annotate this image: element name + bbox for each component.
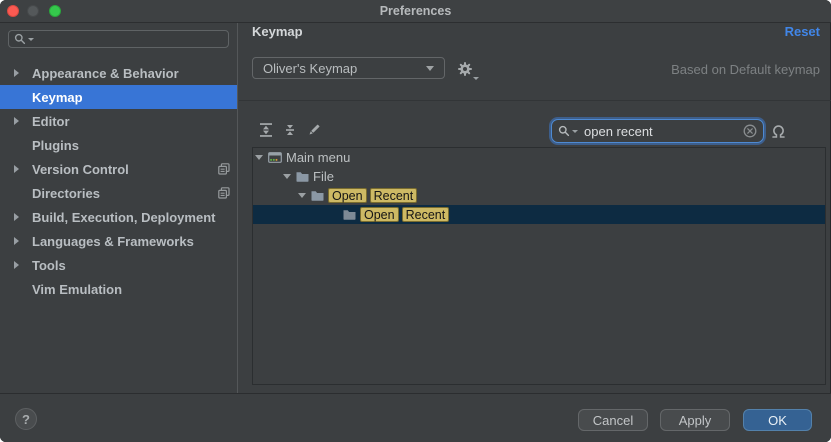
sidebar-item-label: Version Control <box>32 162 129 177</box>
sidebar-item-label: Directories <box>32 186 100 201</box>
match-highlight: Recent <box>370 188 418 203</box>
expand-all-icon <box>258 122 274 138</box>
chevron-down-icon <box>426 66 434 71</box>
project-settings-icon <box>218 187 230 202</box>
search-icon <box>558 125 570 137</box>
chevron-expanded-icon[interactable] <box>298 193 307 199</box>
keymap-select[interactable]: Oliver's Keymap <box>252 57 445 79</box>
apply-button[interactable]: Apply <box>660 409 730 431</box>
sidebar-item-label: Languages & Frameworks <box>32 234 194 249</box>
gear-icon <box>457 61 473 77</box>
question-mark-icon: ? <box>22 412 30 427</box>
sidebar-item-label: Keymap <box>32 90 83 105</box>
titlebar: Preferences <box>0 0 831 23</box>
project-settings-icon <box>218 163 230 178</box>
chevron-right-icon[interactable] <box>14 165 19 173</box>
main-menu-icon <box>268 152 282 163</box>
sidebar-item-label: Vim Emulation <box>32 282 122 297</box>
help-button[interactable]: ? <box>15 408 37 430</box>
minimize-button <box>27 5 39 17</box>
tree-row-file[interactable]: File <box>253 167 825 186</box>
ok-button[interactable]: OK <box>743 409 812 431</box>
tree-row-main-menu[interactable]: Main menu <box>253 148 825 167</box>
sidebar-item-editor[interactable]: Editor <box>0 109 237 133</box>
sidebar-item-vim-emulation[interactable]: Vim Emulation <box>0 277 237 301</box>
settings-category-list: Appearance & Behavior Keymap Editor Plug… <box>0 61 237 301</box>
sidebar-item-label: Tools <box>32 258 66 273</box>
sidebar-item-label: Editor <box>32 114 70 129</box>
page-title: Keymap <box>252 24 303 39</box>
match-highlight: Recent <box>402 207 450 222</box>
chevron-right-icon[interactable] <box>14 69 19 77</box>
chevron-right-icon[interactable] <box>14 213 19 221</box>
reset-link[interactable]: Reset <box>785 24 820 39</box>
based-on-label: Based on Default keymap <box>671 62 820 77</box>
cancel-button[interactable]: Cancel <box>578 409 648 431</box>
tree-row-open-recent-selected[interactable]: Open Recent <box>253 205 825 224</box>
tree-label: File <box>313 169 334 184</box>
sidebar-item-tools[interactable]: Tools <box>0 253 237 277</box>
sidebar-item-build-execution-deployment[interactable]: Build, Execution, Deployment <box>0 205 237 229</box>
sidebar-item-plugins[interactable]: Plugins <box>0 133 237 157</box>
keymap-select-value: Oliver's Keymap <box>263 61 357 76</box>
find-by-shortcut-button[interactable] <box>770 124 787 139</box>
find-shortcut-icon <box>770 124 787 139</box>
chevron-expanded-icon[interactable] <box>283 174 292 180</box>
chevron-right-icon[interactable] <box>14 117 19 125</box>
shortcuts-tree: Main menu File Open Recent <box>252 147 826 385</box>
zoom-button[interactable] <box>49 5 61 17</box>
chevron-expanded-icon[interactable] <box>255 155 264 161</box>
clear-search-button[interactable] <box>743 124 757 138</box>
window-title: Preferences <box>380 4 452 18</box>
folder-icon <box>296 171 309 182</box>
match-highlight: Open <box>360 207 399 222</box>
sidebar-item-label: Appearance & Behavior <box>32 66 179 81</box>
sidebar-item-keymap[interactable]: Keymap <box>0 85 237 109</box>
keymap-settings-button[interactable] <box>457 61 477 79</box>
tree-label: Main menu <box>286 150 350 165</box>
close-button[interactable] <box>7 5 19 17</box>
settings-search-box[interactable] <box>8 30 229 48</box>
sidebar-item-label: Plugins <box>32 138 79 153</box>
collapse-all-icon <box>282 122 298 138</box>
sidebar-item-languages-frameworks[interactable]: Languages & Frameworks <box>0 229 237 253</box>
dialog-footer: ? Cancel Apply OK <box>0 393 831 442</box>
collapse-all-button[interactable] <box>282 122 298 138</box>
match-highlight: Open <box>328 188 367 203</box>
header-separator <box>239 100 831 101</box>
tree-row-open-recent[interactable]: Open Recent <box>253 186 825 205</box>
close-icon <box>743 124 757 138</box>
pencil-icon <box>306 122 322 138</box>
sidebar-item-version-control[interactable]: Version Control <box>0 157 237 181</box>
sidebar-item-appearance-behavior[interactable]: Appearance & Behavior <box>0 61 237 85</box>
folder-icon <box>343 209 356 220</box>
settings-sidebar: Appearance & Behavior Keymap Editor Plug… <box>0 23 238 393</box>
chevron-right-icon[interactable] <box>14 237 19 245</box>
preferences-window: Preferences Appearance & Behavior Keymap… <box>0 0 831 442</box>
folder-icon <box>311 190 324 201</box>
sidebar-item-directories[interactable]: Directories <box>0 181 237 205</box>
action-search-field[interactable] <box>551 119 764 143</box>
sidebar-item-label: Build, Execution, Deployment <box>32 210 215 225</box>
search-icon <box>14 33 26 45</box>
search-options-caret-icon[interactable] <box>572 130 578 133</box>
expand-all-button[interactable] <box>258 122 274 138</box>
chevron-down-icon <box>473 77 479 80</box>
edit-shortcut-button[interactable] <box>306 122 322 138</box>
chevron-right-icon[interactable] <box>14 261 19 269</box>
settings-search-input[interactable] <box>34 31 223 47</box>
action-search-input[interactable] <box>582 123 743 140</box>
